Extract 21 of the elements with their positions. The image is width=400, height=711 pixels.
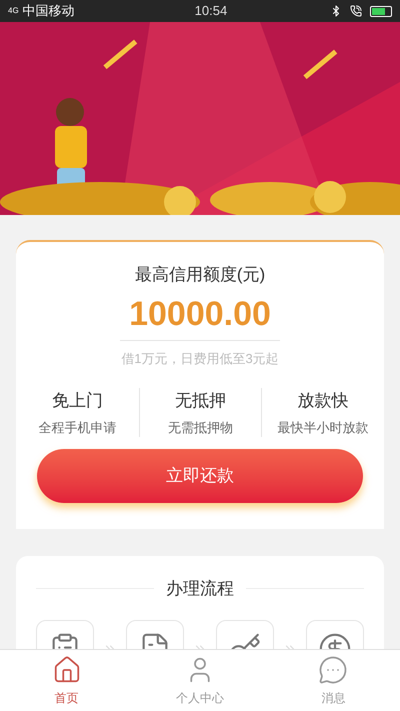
feature-subtitle: 无需抵押物 <box>168 418 233 436</box>
tab[interactable]: 首页 <box>0 650 134 711</box>
feature-subtitle: 全程手机申请 <box>38 418 116 436</box>
tab[interactable]: 个人中心 <box>133 650 267 711</box>
credit-title: 最高信用额度(元) <box>134 264 266 286</box>
feature-title: 免上门 <box>52 390 103 412</box>
repay-button[interactable]: 立即还款 <box>37 449 363 503</box>
carrier-name: 中国移动 <box>22 2 75 20</box>
network-label: 4G <box>8 5 19 17</box>
credit-amount: 10000.00 <box>129 294 271 334</box>
chat-bubble-icon <box>318 654 348 684</box>
process-title: 办理流程 <box>166 578 234 600</box>
feature-subtitle: 最快半小时放款 <box>278 418 369 436</box>
fee-note: 借1万元，日费用低至3元起 <box>121 350 279 368</box>
clock: 10:54 <box>194 2 228 20</box>
feature-title: 放款快 <box>298 390 349 412</box>
feature-title: 无抵押 <box>174 390 226 412</box>
bluetooth-icon <box>330 5 342 17</box>
tab[interactable]: 消息 <box>266 650 400 711</box>
battery-icon <box>370 6 392 16</box>
phone-icon <box>350 5 362 17</box>
